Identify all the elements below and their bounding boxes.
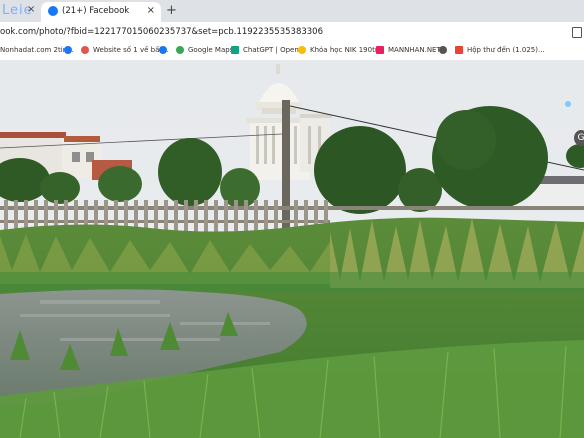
water-hyacinth-band	[0, 272, 584, 292]
drive-icon	[298, 46, 306, 54]
window-icon[interactable]	[572, 27, 582, 38]
light-dot	[565, 101, 571, 107]
photo-scene	[0, 60, 584, 438]
facebook-photo[interactable]: G	[0, 60, 584, 438]
bookmark-mannhan[interactable]: MANNHAN.NET	[376, 46, 441, 54]
side-button[interactable]: G	[574, 130, 584, 146]
tab-title: (21+) Facebook	[62, 6, 130, 16]
maps-pin-icon	[176, 46, 184, 54]
bookmark-globe[interactable]	[439, 46, 451, 54]
close-icon[interactable]: ×	[147, 5, 155, 16]
bookmark-gmail[interactable]: Hộp thư đến (1.025)...	[455, 46, 545, 54]
mannhan-icon	[376, 46, 384, 54]
bookmark-nonhadat[interactable]: Nonhadat.com 2tin...	[0, 46, 74, 54]
bookmark-khoa-hoc[interactable]: Khóa học NIK 190tr...	[298, 46, 384, 54]
previous-tab[interactable]: Leie ×	[0, 0, 40, 22]
bookmark-facebook-2[interactable]	[159, 46, 171, 54]
bookmark-chatgpt[interactable]: ChatGPT | OpenAI	[231, 46, 306, 54]
bookmark-website[interactable]: Website số 1 về bất...	[81, 46, 169, 54]
facebook-icon	[48, 6, 58, 16]
bookmark-google-maps[interactable]: Google Maps	[176, 46, 233, 54]
globe-icon	[439, 46, 447, 54]
tab-facebook[interactable]: (21+) Facebook ×	[41, 2, 161, 22]
gmail-icon	[455, 46, 463, 54]
new-tab-button[interactable]: +	[166, 3, 177, 18]
facebook-icon	[64, 46, 72, 54]
close-icon[interactable]: ×	[27, 4, 35, 15]
bookmarks-bar: Nonhadat.com 2tin... Website số 1 về bất…	[0, 43, 584, 61]
site-icon	[81, 46, 89, 54]
tab-strip: Leie × (21+) Facebook × +	[0, 0, 584, 22]
address-bar[interactable]: ook.com/photo/?fbid=122177015060235737&s…	[0, 22, 584, 43]
facebook-icon	[159, 46, 167, 54]
url-text[interactable]: ook.com/photo/?fbid=122177015060235737&s…	[0, 27, 323, 37]
chatgpt-icon	[231, 46, 239, 54]
bookmark-facebook[interactable]	[64, 46, 76, 54]
